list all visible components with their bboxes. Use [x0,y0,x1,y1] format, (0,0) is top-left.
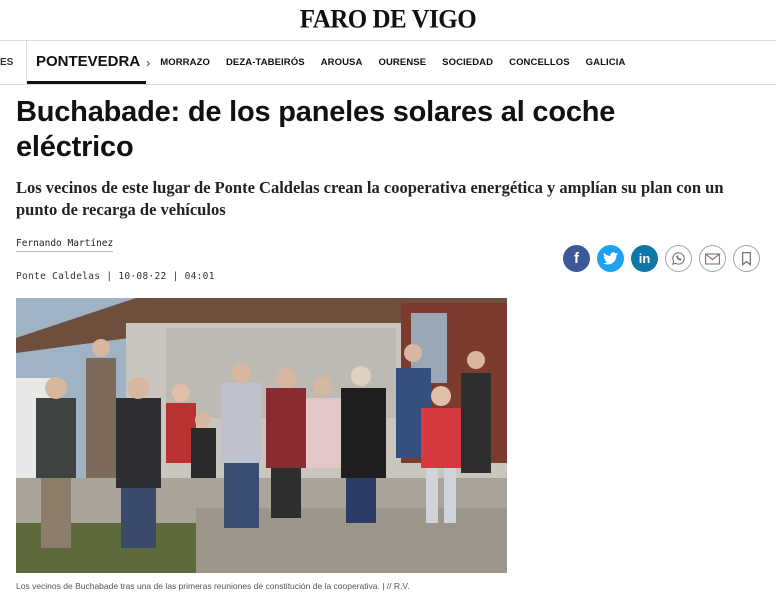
share-bar: f in [563,245,760,272]
whatsapp-icon[interactable] [665,245,692,272]
group-photo-illustration [16,298,507,573]
nav-item-arousa[interactable]: AROUSA [321,57,363,68]
nav-item-cut[interactable]: ES [0,41,27,84]
mail-icon[interactable] [699,245,726,272]
chevron-right-icon: › [146,55,151,70]
article: Buchabade: de los paneles solares al coc… [0,95,776,591]
location: Ponte Caldelas [16,271,101,282]
publish-date: 10·08·22 [118,271,167,282]
twitter-icon[interactable] [597,245,624,272]
facebook-glyph: f [574,250,579,267]
nav-item-sociedad[interactable]: SOCIEDAD [442,57,493,68]
nav-item-morrazo[interactable]: MORRAZO [160,57,210,68]
article-subtitle: Los vecinos de este lugar de Ponte Calde… [16,178,724,219]
separator: | [106,271,113,282]
section-nav: ES PONTEVEDRA › MORRAZO DEZA-TABEIRÓS AR… [0,40,776,85]
nav-item-deza-tabeiros[interactable]: DEZA-TABEIRÓS [226,57,305,68]
nav-item-galicia[interactable]: GALICIA [586,57,626,68]
dateline: Ponte Caldelas | 10·08·22 | 04:01 [16,271,215,282]
facebook-icon[interactable]: f [563,245,590,272]
site-logo[interactable]: FARO DE VIGO [300,5,477,34]
linkedin-glyph: in [638,251,651,266]
nav-item-concellos[interactable]: CONCELLOS [509,57,570,68]
article-meta: Fernando Martínez Ponte Caldelas | 10·08… [16,233,760,282]
masthead: FARO DE VIGO [0,0,776,40]
publish-time: 04:01 [184,271,215,282]
nav-section-current[interactable]: PONTEVEDRA [27,41,147,84]
author-link[interactable]: Fernando Martínez [16,238,114,252]
nav-item-ourense[interactable]: OURENSE [378,57,426,68]
photo-caption: Los vecinos de Buchabade tras una de las… [16,581,410,591]
article-title: Buchabade: de los paneles solares al coc… [16,96,616,163]
article-photo[interactable] [16,298,507,573]
linkedin-icon[interactable]: in [631,245,658,272]
bookmark-icon[interactable] [733,245,760,272]
separator: | [172,271,179,282]
